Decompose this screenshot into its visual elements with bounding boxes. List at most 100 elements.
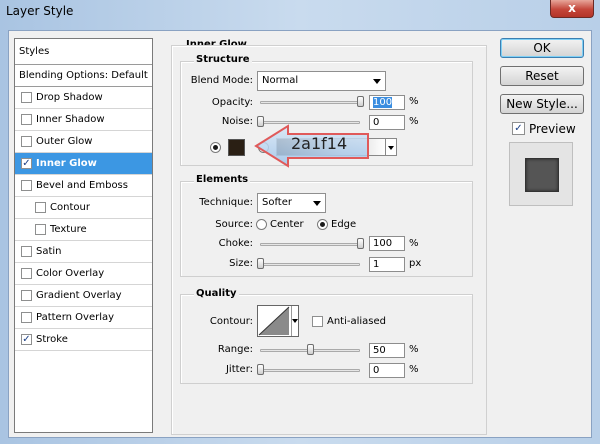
range-slider-thumb[interactable] xyxy=(307,344,314,355)
gradient-dropdown[interactable] xyxy=(385,138,397,156)
close-button[interactable]: x xyxy=(550,0,594,18)
glow-color-swatch[interactable] xyxy=(228,139,245,156)
range-label: Range: xyxy=(217,344,253,355)
technique-label: Technique: xyxy=(199,197,253,208)
choke-slider-thumb[interactable] xyxy=(357,238,364,249)
style-item-label: Inner Glow xyxy=(36,158,97,169)
style-item-color-overlay[interactable]: Color Overlay xyxy=(15,263,152,285)
technique-value: Softer xyxy=(262,197,292,208)
close-icon: x xyxy=(568,1,576,15)
styles-header[interactable]: Styles xyxy=(15,39,152,65)
chevron-down-icon xyxy=(373,79,381,84)
style-item-label: Stroke xyxy=(36,334,68,345)
color-annotation-text: 2a1f14 xyxy=(291,134,348,153)
size-field[interactable]: 1 xyxy=(369,257,405,272)
contour-label: Contour: xyxy=(209,316,253,327)
ok-button[interactable]: OK xyxy=(500,38,584,58)
size-value: 1 xyxy=(373,259,380,270)
layer-style-window: Layer Style x Styles Blending Options: D… xyxy=(0,0,600,444)
title-bar[interactable]: Layer Style x xyxy=(0,0,600,22)
style-checkbox[interactable] xyxy=(21,114,32,125)
window-title: Layer Style xyxy=(6,4,74,18)
blending-options-item[interactable]: Blending Options: Default xyxy=(15,65,152,87)
noise-field[interactable]: 0 xyxy=(369,115,405,130)
style-item-contour[interactable]: Contour xyxy=(15,197,152,219)
range-unit: % xyxy=(409,344,419,355)
choke-unit: % xyxy=(409,238,419,249)
range-value: 50 xyxy=(373,345,386,356)
blend-mode-dropdown[interactable]: Normal xyxy=(257,71,386,91)
size-slider-thumb[interactable] xyxy=(257,258,264,269)
choke-slider[interactable] xyxy=(260,243,360,246)
style-checkbox[interactable] xyxy=(21,268,32,279)
style-item-stroke[interactable]: ✓ Stroke xyxy=(15,329,152,351)
style-item-satin[interactable]: Satin xyxy=(15,241,152,263)
contour-picker[interactable] xyxy=(257,305,299,337)
opacity-slider-thumb[interactable] xyxy=(357,96,364,107)
jitter-slider-thumb[interactable] xyxy=(257,364,264,375)
opacity-unit: % xyxy=(409,96,419,107)
opacity-slider[interactable] xyxy=(260,101,360,104)
jitter-field[interactable]: 0 xyxy=(369,363,405,378)
style-item-pattern-overlay[interactable]: Pattern Overlay xyxy=(15,307,152,329)
style-checkbox[interactable] xyxy=(21,136,32,147)
choke-value: 100 xyxy=(373,238,393,249)
style-item-label: Inner Shadow xyxy=(36,114,105,125)
style-item-inner-shadow[interactable]: Inner Shadow xyxy=(15,109,152,131)
jitter-slider[interactable] xyxy=(260,369,360,372)
new-style-button[interactable]: New Style... xyxy=(500,94,584,114)
opacity-label: Opacity: xyxy=(211,97,253,108)
style-item-bevel-and-emboss[interactable]: Bevel and Emboss xyxy=(15,175,152,197)
preview-box xyxy=(509,142,573,206)
checkmark-icon: ✓ xyxy=(514,123,523,134)
chevron-down-icon xyxy=(313,201,321,206)
style-checkbox[interactable] xyxy=(21,92,32,103)
style-item-outer-glow[interactable]: Outer Glow xyxy=(15,131,152,153)
anti-aliased-checkbox[interactable] xyxy=(312,316,323,327)
jitter-value: 0 xyxy=(373,365,380,376)
source-label: Source: xyxy=(215,219,253,230)
elements-title: Elements xyxy=(194,174,251,185)
style-checkbox[interactable] xyxy=(35,202,46,213)
style-item-label: Color Overlay xyxy=(36,268,105,279)
solid-color-radio[interactable] xyxy=(210,142,221,153)
contour-curve-icon xyxy=(258,306,290,336)
style-item-texture[interactable]: Texture xyxy=(15,219,152,241)
style-checkbox[interactable] xyxy=(35,224,46,235)
source-center-radio[interactable] xyxy=(256,219,267,230)
technique-dropdown[interactable]: Softer xyxy=(257,193,326,213)
style-item-label: Texture xyxy=(50,224,87,235)
style-item-label: Drop Shadow xyxy=(36,92,103,103)
source-edge-radio[interactable] xyxy=(317,219,328,230)
structure-title: Structure xyxy=(194,54,252,65)
source-center-label: Center xyxy=(270,219,304,230)
style-item-label: Outer Glow xyxy=(36,136,93,147)
opacity-value: 100 xyxy=(373,97,393,108)
style-item-label: Bevel and Emboss xyxy=(36,180,128,191)
anti-aliased-label: Anti-aliased xyxy=(327,316,387,327)
style-item-gradient-overlay[interactable]: Gradient Overlay xyxy=(15,285,152,307)
chevron-down-icon xyxy=(292,319,298,323)
style-checkbox[interactable] xyxy=(21,180,32,191)
preview-label: Preview xyxy=(529,122,576,136)
style-item-inner-glow[interactable]: ✓ Inner Glow xyxy=(15,153,152,175)
choke-field[interactable]: 100 xyxy=(369,236,405,251)
style-checkbox[interactable] xyxy=(21,290,32,301)
style-item-label: Pattern Overlay xyxy=(36,312,115,323)
reset-button[interactable]: Reset xyxy=(500,66,584,86)
style-checkbox[interactable]: ✓ xyxy=(21,334,32,345)
style-checkbox[interactable]: ✓ xyxy=(21,158,32,169)
preview-checkbox[interactable]: ✓ xyxy=(512,122,525,135)
noise-value: 0 xyxy=(373,117,380,128)
blend-mode-value: Normal xyxy=(262,75,299,86)
noise-label: Noise: xyxy=(221,116,253,127)
style-checkbox[interactable] xyxy=(21,312,32,323)
opacity-field[interactable]: 100 xyxy=(369,95,405,110)
source-edge-label: Edge xyxy=(331,219,357,230)
style-item-drop-shadow[interactable]: Drop Shadow xyxy=(15,87,152,109)
size-slider[interactable] xyxy=(260,263,360,266)
range-field[interactable]: 50 xyxy=(369,343,405,358)
style-item-label: Gradient Overlay xyxy=(36,290,122,301)
style-checkbox[interactable] xyxy=(21,246,32,257)
style-item-label: Satin xyxy=(36,246,62,257)
